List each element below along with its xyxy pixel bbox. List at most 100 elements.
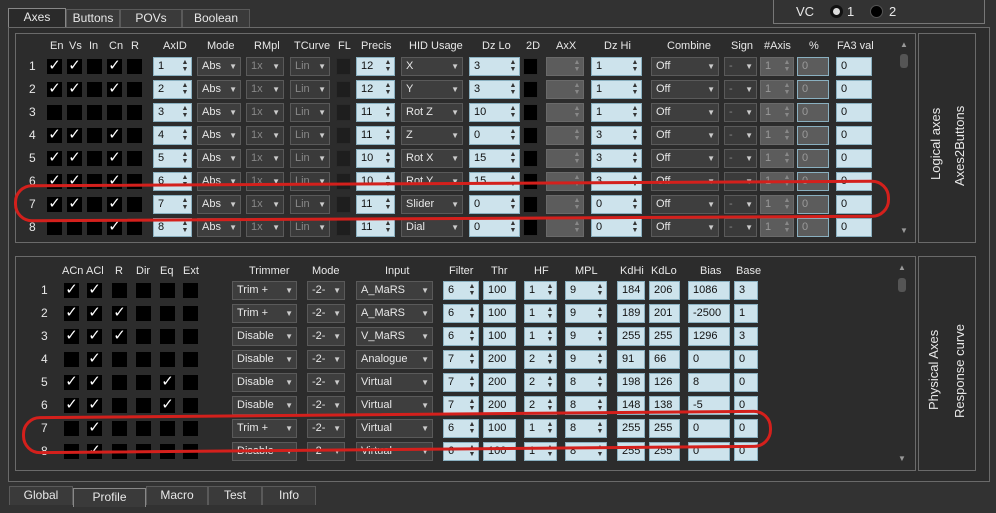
spin-arrows-icon[interactable]: ▲ ▼: [573, 128, 581, 143]
filter-spinner[interactable]: 7 ▲ ▼: [443, 396, 479, 415]
filter-spinner[interactable]: 7 ▲ ▼: [443, 350, 479, 369]
chevron-down-icon[interactable]: ▼: [421, 328, 429, 345]
dzhi-spinner[interactable]: 1 ▲ ▼: [591, 80, 642, 99]
spin-arrows-icon[interactable]: ▲ ▼: [468, 283, 476, 298]
kdlo-field[interactable]: 255: [649, 419, 680, 438]
dzlo-spinner[interactable]: 3 ▲ ▼: [469, 57, 520, 76]
input-dropdown[interactable]: Virtual ▼: [356, 396, 433, 415]
mode-dropdown[interactable]: Abs ▼: [197, 80, 241, 99]
spin-arrows-icon[interactable]: ▲ ▼: [468, 398, 476, 413]
hid-usage-dropdown[interactable]: Rot Z ▼: [401, 103, 463, 122]
ext-checkbox[interactable]: [183, 352, 198, 367]
chevron-down-icon[interactable]: ▼: [318, 81, 326, 98]
spin-arrows-icon[interactable]: ▲ ▼: [546, 283, 554, 298]
spin-arrows-icon[interactable]: ▲ ▼: [631, 105, 639, 120]
spin-arrows-icon[interactable]: ▲ ▼: [546, 421, 554, 436]
dir-checkbox[interactable]: [136, 421, 151, 436]
in-checkbox[interactable]: [87, 105, 102, 120]
chevron-down-icon[interactable]: ▼: [229, 81, 237, 98]
dzhi-spinner[interactable]: 1 ▲ ▼: [591, 57, 642, 76]
dzlo-spinner[interactable]: 3 ▲ ▼: [469, 80, 520, 99]
acl-checkbox[interactable]: ✓: [87, 374, 102, 390]
r-checkbox[interactable]: ✓: [112, 305, 127, 321]
spin-arrows-icon[interactable]: ▲ ▼: [783, 128, 791, 143]
axx-spinner[interactable]: ▲ ▼: [546, 103, 584, 122]
combine-dropdown[interactable]: Off ▼: [651, 103, 719, 122]
r-checkbox[interactable]: [112, 398, 127, 413]
spin-arrows-icon[interactable]: ▲ ▼: [596, 306, 604, 321]
pct-field[interactable]: 0: [797, 149, 829, 168]
hid-usage-dropdown[interactable]: Rot Y ▼: [401, 172, 463, 191]
fl-box[interactable]: [336, 81, 351, 98]
cn-checkbox[interactable]: ✓: [107, 196, 122, 212]
r-checkbox[interactable]: [112, 283, 127, 298]
spin-arrows-icon[interactable]: ▲ ▼: [546, 398, 554, 413]
mode-dropdown[interactable]: -2- ▼: [307, 304, 345, 323]
dzlo-spinner[interactable]: 0 ▲ ▼: [469, 218, 520, 237]
acn-checkbox[interactable]: ✓: [64, 397, 79, 413]
naxis-spinner[interactable]: 1 ▲ ▼: [760, 218, 794, 237]
spin-arrows-icon[interactable]: ▲ ▼: [631, 197, 639, 212]
chevron-down-icon[interactable]: ▼: [451, 58, 459, 75]
spin-arrows-icon[interactable]: ▲ ▼: [631, 82, 639, 97]
r-checkbox[interactable]: [127, 220, 142, 235]
spin-arrows-icon[interactable]: ▲ ▼: [631, 59, 639, 74]
sign-dropdown[interactable]: - ▼: [724, 149, 757, 168]
spin-arrows-icon[interactable]: ▲ ▼: [181, 128, 189, 143]
in-checkbox[interactable]: [87, 59, 102, 74]
bias-field[interactable]: -5: [688, 396, 730, 415]
fl-box[interactable]: [336, 58, 351, 75]
input-dropdown[interactable]: Virtual ▼: [356, 442, 433, 461]
sign-dropdown[interactable]: - ▼: [724, 103, 757, 122]
thr-field[interactable]: 100: [483, 327, 516, 346]
axid-spinner[interactable]: 1 ▲ ▼: [153, 57, 192, 76]
chevron-down-icon[interactable]: ▼: [285, 282, 293, 299]
spin-arrows-icon[interactable]: ▲ ▼: [468, 306, 476, 321]
spin-arrows-icon[interactable]: ▲ ▼: [783, 220, 791, 235]
axid-spinner[interactable]: 5 ▲ ▼: [153, 149, 192, 168]
spin-arrows-icon[interactable]: ▲ ▼: [783, 174, 791, 189]
spin-arrows-icon[interactable]: ▲ ▼: [384, 105, 392, 120]
spin-arrows-icon[interactable]: ▲ ▼: [631, 220, 639, 235]
r-checkbox[interactable]: [127, 128, 142, 143]
kdhi-field[interactable]: 148: [617, 396, 645, 415]
chevron-down-icon[interactable]: ▼: [229, 104, 237, 121]
physical-scrollbar[interactable]: ▲ ▼: [895, 262, 909, 466]
bias-field[interactable]: 8: [688, 373, 730, 392]
acl-checkbox[interactable]: ✓: [87, 328, 102, 344]
pct-field[interactable]: 0: [797, 80, 829, 99]
bias-field[interactable]: 0: [688, 419, 730, 438]
spin-arrows-icon[interactable]: ▲ ▼: [468, 352, 476, 367]
spin-arrows-icon[interactable]: ▲ ▼: [509, 151, 517, 166]
thr-field[interactable]: 100: [483, 304, 516, 323]
axx-spinner[interactable]: ▲ ▼: [546, 57, 584, 76]
spin-arrows-icon[interactable]: ▲ ▼: [546, 306, 554, 321]
spin-arrows-icon[interactable]: ▲ ▼: [783, 151, 791, 166]
spin-arrows-icon[interactable]: ▲ ▼: [181, 220, 189, 235]
chevron-down-icon[interactable]: ▼: [745, 219, 753, 236]
base-field[interactable]: 0: [734, 396, 758, 415]
chevron-down-icon[interactable]: ▼: [451, 81, 459, 98]
fa3-field[interactable]: 0: [836, 57, 872, 76]
naxis-spinner[interactable]: 1 ▲ ▼: [760, 103, 794, 122]
mpl-spinner[interactable]: 9 ▲ ▼: [565, 350, 607, 369]
chevron-down-icon[interactable]: ▼: [745, 104, 753, 121]
mode-dropdown[interactable]: -2- ▼: [307, 327, 345, 346]
fl-box[interactable]: [336, 104, 351, 121]
vs-checkbox[interactable]: ✓: [67, 173, 82, 189]
precis-spinner[interactable]: 10 ▲ ▼: [356, 172, 395, 191]
vs-checkbox[interactable]: [67, 105, 82, 120]
filter-spinner[interactable]: 6 ▲ ▼: [443, 327, 479, 346]
fa3-field[interactable]: 0: [836, 195, 872, 214]
chevron-down-icon[interactable]: ▼: [285, 420, 293, 437]
chevron-down-icon[interactable]: ▼: [318, 58, 326, 75]
chevron-down-icon[interactable]: ▼: [285, 328, 293, 345]
chevron-down-icon[interactable]: ▼: [745, 196, 753, 213]
combine-dropdown[interactable]: Off ▼: [651, 80, 719, 99]
en-checkbox[interactable]: ✓: [47, 81, 62, 97]
pct-field[interactable]: 0: [797, 172, 829, 191]
spin-arrows-icon[interactable]: ▲ ▼: [509, 59, 517, 74]
spin-arrows-icon[interactable]: ▲ ▼: [546, 329, 554, 344]
chevron-down-icon[interactable]: ▼: [229, 173, 237, 190]
spin-arrows-icon[interactable]: ▲ ▼: [596, 352, 604, 367]
